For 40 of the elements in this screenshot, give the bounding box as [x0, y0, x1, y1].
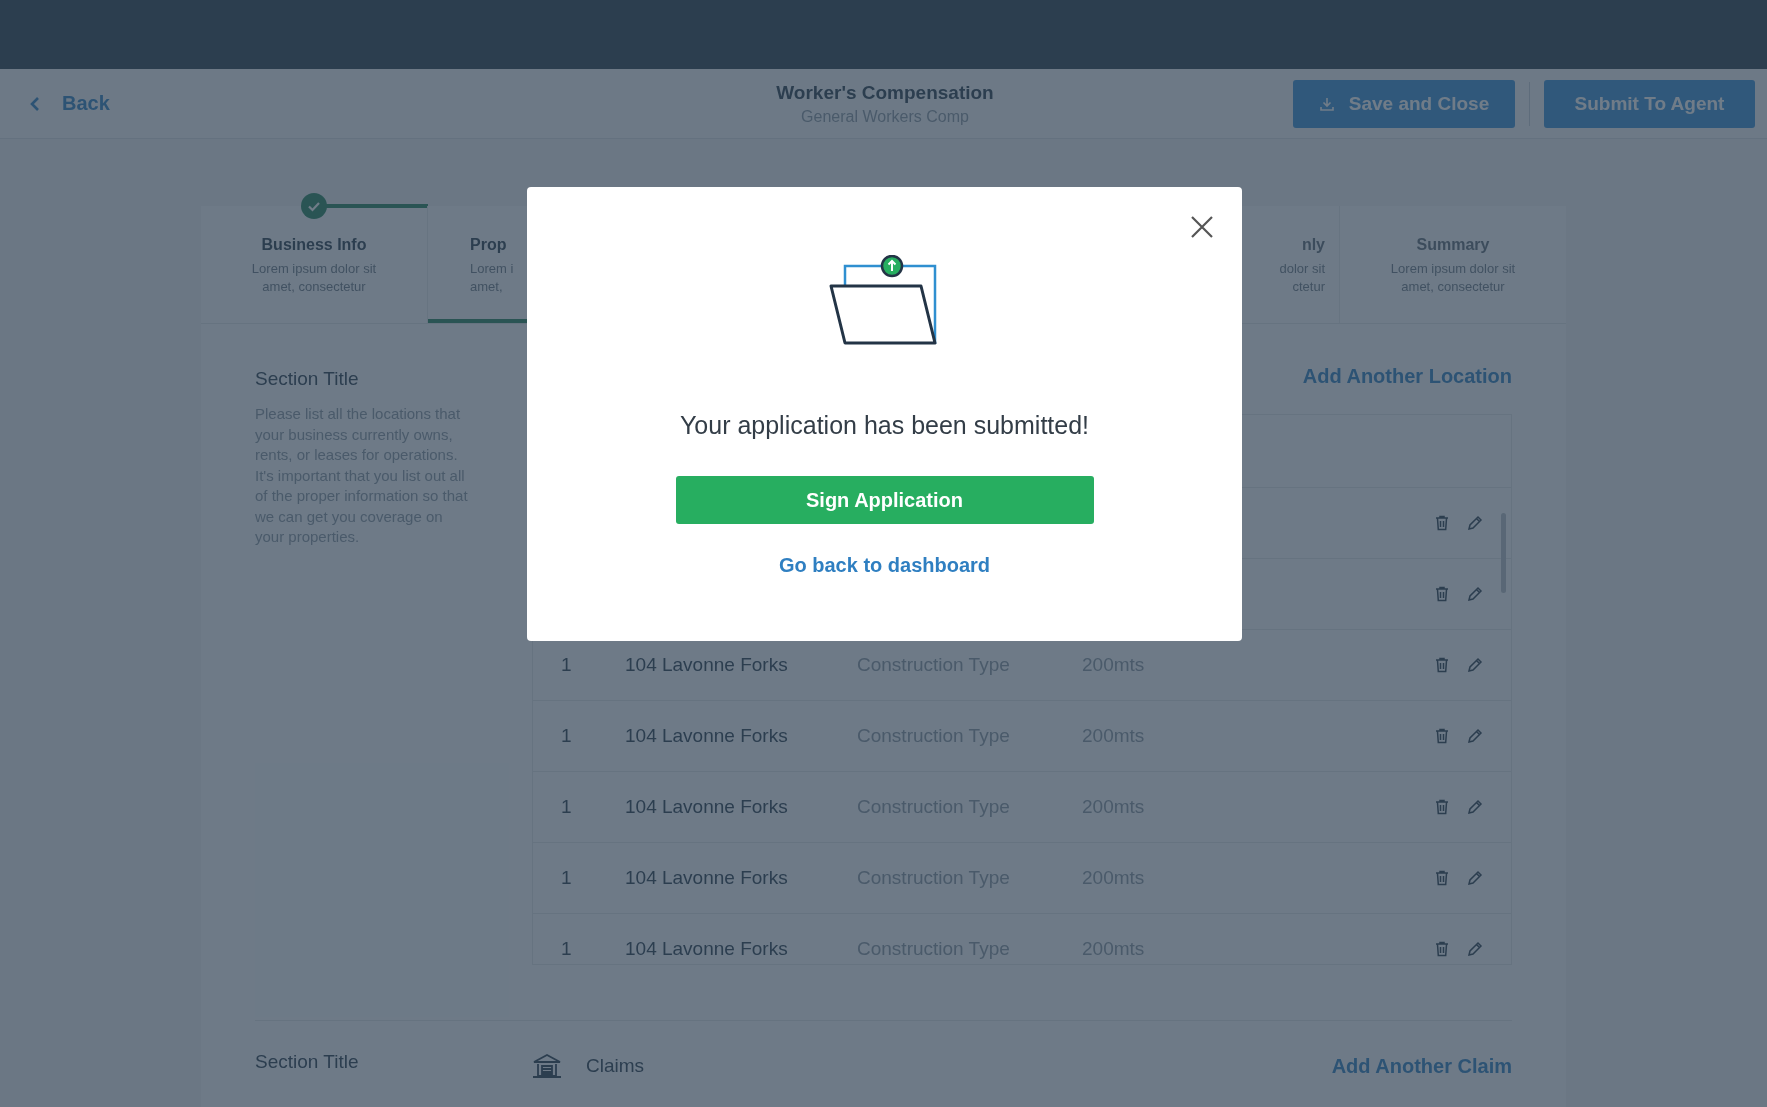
row-number: 1	[560, 725, 573, 747]
close-icon[interactable]	[1190, 215, 1214, 239]
pencil-icon[interactable]	[1467, 515, 1483, 531]
sign-button[interactable]: Sign Application	[675, 476, 1094, 524]
address-cell-text: 104 Lavonne Forks	[625, 654, 789, 676]
dashboard-link[interactable]: Go back to dashboard	[778, 554, 991, 577]
page-title: Worker's Compensation	[775, 81, 995, 104]
address-cell-text: 104 Lavonne Forks	[625, 725, 789, 747]
pencil-icon[interactable]	[1467, 870, 1483, 886]
save-button[interactable]: Save and Close	[1293, 79, 1515, 128]
add-link[interactable]: Add Another Location	[1302, 364, 1512, 388]
chevron-left-icon	[30, 95, 40, 112]
section-title: Section Title	[255, 368, 360, 390]
section-heading: Claims	[586, 1055, 645, 1077]
pencil-icon[interactable]	[1467, 657, 1483, 673]
address-cell-text: 104 Lavonne Forks	[625, 796, 789, 818]
success-message: Your application has been submitted!	[679, 411, 1090, 440]
row-number: 1	[560, 938, 573, 960]
building-icon	[532, 1053, 562, 1079]
trash-icon[interactable]	[1435, 799, 1449, 815]
trash-icon[interactable]	[1435, 941, 1449, 957]
trash-icon[interactable]	[1435, 728, 1449, 744]
row-number: 1	[560, 796, 573, 818]
trash-icon[interactable]	[1435, 870, 1449, 886]
pencil-icon[interactable]	[1467, 586, 1483, 602]
download-icon	[1318, 95, 1335, 112]
row-number: 1	[560, 867, 573, 889]
address-cell-text: 104 Lavonne Forks	[625, 938, 789, 960]
pencil-icon[interactable]	[1467, 728, 1483, 744]
section-title: Section Title	[255, 1051, 360, 1073]
trash-icon[interactable]	[1435, 515, 1449, 531]
back-link[interactable]: Back	[30, 92, 110, 115]
address-cell-text: 104 Lavonne Forks	[625, 867, 789, 889]
submit-button[interactable]: Submit To Agent	[1544, 79, 1755, 128]
pencil-icon[interactable]	[1467, 799, 1483, 815]
trash-icon[interactable]	[1435, 586, 1449, 602]
pencil-icon[interactable]	[1467, 941, 1483, 957]
add-link[interactable]: Add Another Claim	[1331, 1054, 1512, 1078]
trash-icon[interactable]	[1435, 657, 1449, 673]
row-number: 1	[560, 654, 573, 676]
